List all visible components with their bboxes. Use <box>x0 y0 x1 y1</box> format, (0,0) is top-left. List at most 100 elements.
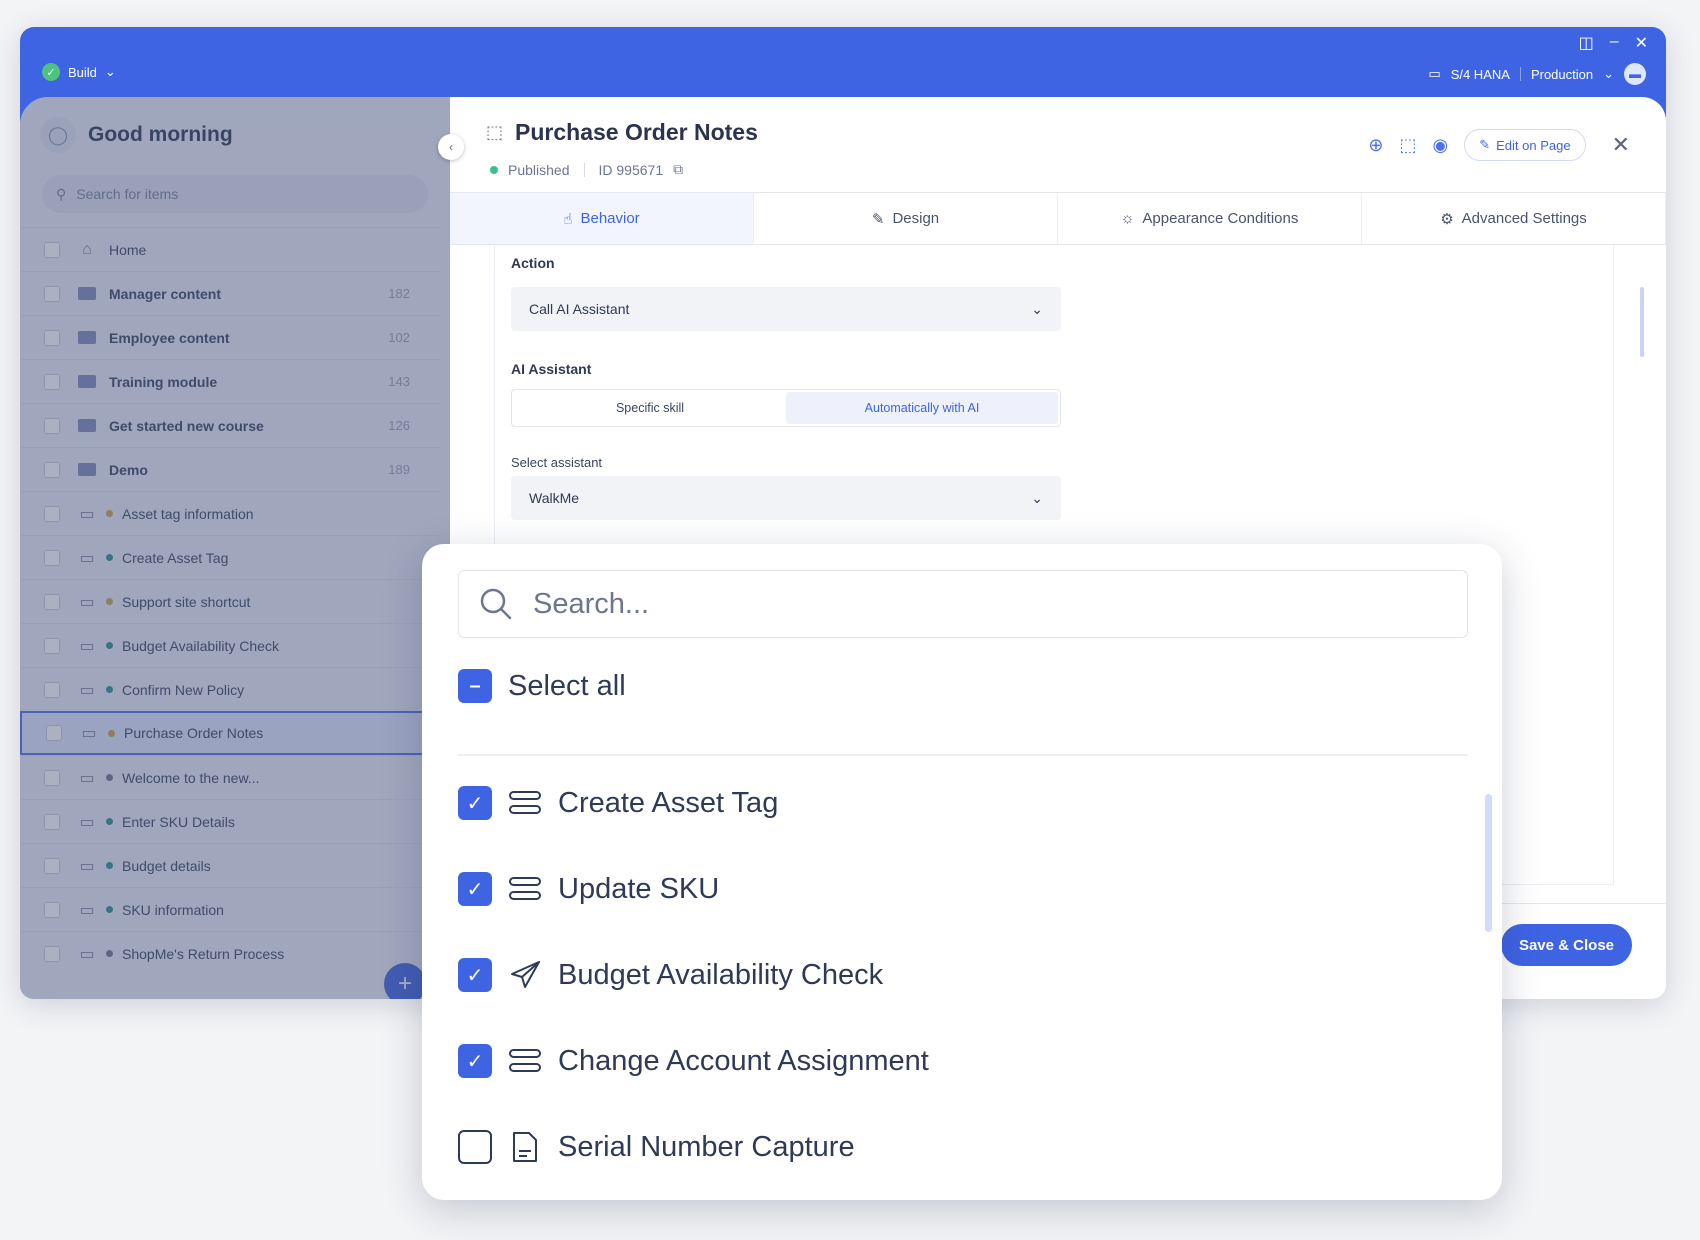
sidebar-item-label: Budget Availability Check <box>122 637 279 654</box>
row-checkbox[interactable] <box>44 593 60 610</box>
edit-on-page-button[interactable]: ✎ Edit on Page <box>1464 129 1586 161</box>
flow-icon <box>506 1048 544 1074</box>
close-window-icon[interactable]: ✕ <box>1635 33 1648 53</box>
sidebar-item[interactable]: ▭ SKU information <box>20 887 440 931</box>
option-label: Create Asset Tag <box>558 786 779 819</box>
row-checkbox[interactable] <box>44 857 60 874</box>
row-checkbox[interactable] <box>44 285 60 302</box>
add-item-button[interactable]: + <box>384 963 426 999</box>
assistant-mode-toggle: Specific skill Automatically with AI <box>511 389 1061 427</box>
sidebar-item[interactable]: ▭ ShopMe's Return Process <box>20 931 440 975</box>
shoutout-icon: ⬚ <box>486 122 504 142</box>
sidebar-item[interactable]: Demo 189 <box>20 447 440 491</box>
sidebar-item[interactable]: Manager content 182 <box>20 271 440 315</box>
minimize-icon[interactable]: – <box>1610 33 1619 53</box>
sidebar-search-input[interactable]: ⚲ Search for items <box>42 175 428 213</box>
option-row[interactable]: ✓ Create Asset Tag <box>458 786 778 820</box>
option-checkbox[interactable] <box>458 1130 492 1164</box>
row-checkbox[interactable] <box>44 813 60 830</box>
tab-advanced-settings[interactable]: ⚙ Advanced Settings <box>1362 193 1666 244</box>
item-type-icon: ▭ <box>79 681 95 699</box>
sidebar-item[interactable]: ▭ Confirm New Policy <box>20 667 440 711</box>
row-checkbox[interactable] <box>44 549 60 566</box>
sidebar-item[interactable]: Training module 143 <box>20 359 440 403</box>
option-row[interactable]: Serial Number Capture <box>458 1130 855 1164</box>
sidebar-item[interactable]: ⌂ Home <box>20 227 440 271</box>
system-icon: ▭ <box>1428 66 1441 81</box>
dropdown-search-input[interactable]: Search... <box>458 570 1468 638</box>
tab-behavior[interactable]: ☝ Behavior <box>450 193 754 244</box>
sidebar-item-label: Demo <box>109 461 148 478</box>
assistant-value: WalkMe <box>529 490 580 506</box>
row-checkbox[interactable] <box>44 241 60 258</box>
preview-eye-icon[interactable]: ◉ <box>1432 135 1448 156</box>
automatically-with-ai-option[interactable]: Automatically with AI <box>786 392 1058 424</box>
sidebar-item[interactable]: ▭ Create Asset Tag <box>20 535 440 579</box>
sidebar-item[interactable]: ▭ Purchase Order Notes <box>20 711 440 755</box>
chevron-down-icon[interactable]: ⌄ <box>1603 66 1614 82</box>
row-checkbox[interactable] <box>44 901 60 918</box>
system-label[interactable]: S/4 HANA <box>1451 67 1510 82</box>
content-list: ⌂ Home Manager content 182 Employee content 1… <box>20 227 440 975</box>
option-checkbox[interactable]: ✓ <box>458 1044 492 1078</box>
environment-label[interactable]: Production <box>1531 67 1593 82</box>
option-checkbox[interactable]: ✓ <box>458 872 492 906</box>
sidebar-item[interactable]: Employee content 102 <box>20 315 440 359</box>
row-checkbox[interactable] <box>44 637 60 654</box>
row-checkbox[interactable] <box>44 461 60 478</box>
search-placeholder: Search for items <box>76 186 179 202</box>
option-row[interactable]: ✓ Update SKU <box>458 872 719 906</box>
copy-icon[interactable]: ⧉ <box>673 161 683 178</box>
sidebar-toggle-icon[interactable]: ◫ <box>1579 33 1594 53</box>
option-checkbox[interactable]: ✓ <box>458 786 492 820</box>
item-count: 143 <box>388 374 410 389</box>
scrollbar[interactable] <box>1640 287 1644 357</box>
row-checkbox[interactable] <box>44 769 60 786</box>
action-label: Action <box>511 255 555 271</box>
row-checkbox[interactable] <box>44 329 60 346</box>
sidebar-item[interactable]: ▭ Asset tag information <box>20 491 440 535</box>
item-count: 102 <box>388 330 410 345</box>
scrollbar[interactable] <box>1485 794 1492 932</box>
option-row[interactable]: ✓ Budget Availability Check <box>458 958 883 992</box>
chevron-down-icon: ⌄ <box>104 64 116 79</box>
comment-icon[interactable]: ⊕ <box>1368 135 1383 156</box>
user-avatar-icon[interactable]: ◯ <box>40 117 76 153</box>
tab-label: Design <box>892 210 940 227</box>
sidebar-item[interactable]: ▭ Support site shortcut <box>20 579 440 623</box>
divider <box>1519 67 1521 81</box>
sidebar-item-label: Asset tag information <box>122 505 254 522</box>
select-all-row[interactable]: – Select all <box>458 669 626 703</box>
close-icon[interactable]: ✕ <box>1612 132 1630 158</box>
sidebar-item-label: Purchase Order Notes <box>124 725 264 741</box>
tab-appearance-conditions[interactable]: ☼ Appearance Conditions <box>1058 193 1362 244</box>
assistant-select[interactable]: WalkMe ⌄ <box>511 476 1061 520</box>
sidebar-item[interactable]: ▭ Budget Availability Check <box>20 623 440 667</box>
sidebar-item[interactable]: ▭ Budget details <box>20 843 440 887</box>
row-checkbox[interactable] <box>44 681 60 698</box>
folder-icon <box>78 287 96 300</box>
option-row[interactable]: ✓ Change Account Assignment <box>458 1044 929 1078</box>
row-checkbox[interactable] <box>44 505 60 522</box>
item-count: 182 <box>388 286 410 301</box>
action-select[interactable]: Call AI Assistant ⌄ <box>511 287 1061 331</box>
save-close-button[interactable]: Save & Close <box>1500 924 1632 966</box>
build-menu[interactable]: ✓ Build ⌄ <box>42 63 116 81</box>
sidebar-item[interactable]: ▭ Enter SKU Details <box>20 799 440 843</box>
row-checkbox[interactable] <box>44 945 60 962</box>
row-checkbox[interactable] <box>44 417 60 434</box>
specific-skill-option[interactable]: Specific skill <box>514 392 786 424</box>
check-icon: ✓ <box>42 63 60 81</box>
sidebar-item[interactable]: ▭ Welcome to the new... <box>20 755 440 799</box>
sidebar-item[interactable]: Get started new course 126 <box>20 403 440 447</box>
status-label: Published <box>508 161 570 178</box>
collapse-sidebar-button[interactable]: ‹ <box>438 134 464 160</box>
row-checkbox[interactable] <box>44 373 60 390</box>
select-all-checkbox[interactable]: – <box>458 669 492 703</box>
tab-label: Behavior <box>580 210 640 227</box>
option-checkbox[interactable]: ✓ <box>458 958 492 992</box>
tab-design[interactable]: ✎ Design <box>754 193 1058 244</box>
select-element-icon[interactable]: ⬚ <box>1399 135 1416 156</box>
row-checkbox[interactable] <box>46 725 62 741</box>
chat-icon[interactable]: ▬ <box>1624 63 1646 85</box>
